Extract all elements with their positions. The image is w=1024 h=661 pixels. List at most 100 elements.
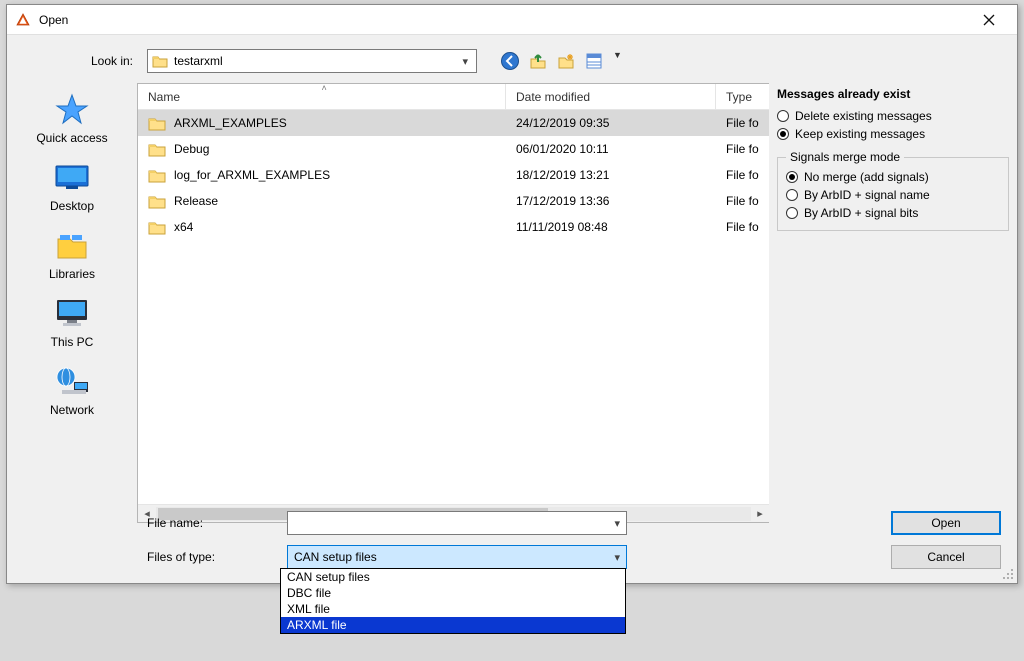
place-label: This PC	[12, 335, 132, 349]
file-type: File fo	[716, 194, 769, 208]
this-pc-icon	[12, 295, 132, 331]
cancel-button[interactable]: Cancel	[891, 545, 1001, 569]
file-date: 17/12/2019 13:36	[506, 194, 716, 208]
file-date: 18/12/2019 13:21	[506, 168, 716, 182]
place-libraries[interactable]: Libraries	[12, 223, 132, 285]
file-type-label: Files of type:	[147, 550, 287, 564]
resize-grip[interactable]	[1001, 567, 1015, 581]
chevron-down-icon: ▾	[458, 55, 472, 68]
radio-label: Delete existing messages	[795, 109, 932, 123]
radio-keep-messages[interactable]: Keep existing messages	[777, 125, 1009, 143]
radio-label: By ArbID + signal bits	[804, 206, 918, 220]
file-row[interactable]: Debug 06/01/2020 10:11File fo	[138, 136, 769, 162]
place-network[interactable]: Network	[12, 359, 132, 421]
dropdown-option[interactable]: XML file	[281, 601, 625, 617]
new-folder-button[interactable]	[555, 50, 577, 72]
folder-icon	[152, 54, 168, 68]
signals-merge-group: Signals merge mode No merge (add signals…	[777, 157, 1009, 231]
dropdown-option[interactable]: DBC file	[281, 585, 625, 601]
views-button[interactable]	[583, 50, 605, 72]
file-type-value: CAN setup files	[294, 550, 377, 564]
options-panel: Messages already exist Delete existing m…	[777, 83, 1009, 523]
lookin-value: testarxml	[174, 54, 452, 68]
file-type: File fo	[716, 168, 769, 182]
file-row[interactable]: x64 11/11/2019 08:48File fo	[138, 214, 769, 240]
place-label: Desktop	[12, 199, 132, 213]
dropdown-option[interactable]: ARXML file	[281, 617, 625, 633]
radio-delete-messages[interactable]: Delete existing messages	[777, 107, 1009, 125]
file-name: x64	[174, 220, 193, 234]
close-button[interactable]	[969, 6, 1009, 34]
bottom-controls: File name: ▾ Open Files of type: CAN set…	[147, 511, 1001, 569]
chevron-down-icon: ▾	[614, 551, 620, 564]
file-name: Release	[174, 194, 218, 208]
folder-icon	[148, 142, 166, 157]
file-date: 06/01/2020 10:11	[506, 142, 716, 156]
cancel-button-label: Cancel	[927, 550, 964, 564]
column-type[interactable]: Type	[716, 84, 769, 109]
quick-access-icon	[12, 91, 132, 127]
file-type: File fo	[716, 220, 769, 234]
network-icon	[12, 363, 132, 399]
libraries-icon	[12, 227, 132, 263]
folder-icon	[148, 194, 166, 209]
file-type: File fo	[716, 142, 769, 156]
sort-indicator-icon: ˄	[322, 83, 327, 93]
lookin-combo[interactable]: testarxml ▾	[147, 49, 477, 73]
file-list: Name ˄ Date modified Type ARXML_EXAMPLES…	[137, 83, 769, 523]
toolbar-icons: ▼	[499, 50, 622, 72]
place-this-pc[interactable]: This PC	[12, 291, 132, 353]
radio-merge-bits[interactable]: By ArbID + signal bits	[786, 204, 1000, 222]
app-icon	[15, 12, 31, 28]
radio-icon	[786, 207, 798, 219]
column-name[interactable]: Name ˄	[138, 84, 506, 109]
radio-merge-none[interactable]: No merge (add signals)	[786, 168, 1000, 186]
file-name: Debug	[174, 142, 209, 156]
window-title: Open	[39, 13, 68, 27]
place-label: Libraries	[12, 267, 132, 281]
radio-label: Keep existing messages	[795, 127, 925, 141]
radio-label: By ArbID + signal name	[804, 188, 930, 202]
titlebar: Open	[7, 5, 1017, 35]
up-one-level-button[interactable]	[527, 50, 549, 72]
radio-merge-name[interactable]: By ArbID + signal name	[786, 186, 1000, 204]
dropdown-option[interactable]: CAN setup files	[281, 569, 625, 585]
radio-icon	[777, 128, 789, 140]
file-name-input[interactable]: ▾	[287, 511, 627, 535]
column-date[interactable]: Date modified	[506, 84, 716, 109]
file-type: File fo	[716, 116, 769, 130]
open-button[interactable]: Open	[891, 511, 1001, 535]
column-name-label: Name	[148, 90, 180, 104]
lookin-row: Look in: testarxml ▾ ▼	[7, 35, 1017, 83]
radio-icon	[786, 171, 798, 183]
file-name: ARXML_EXAMPLES	[174, 116, 287, 130]
radio-icon	[777, 110, 789, 122]
list-header: Name ˄ Date modified Type	[138, 84, 769, 110]
file-name: log_for_ARXML_EXAMPLES	[174, 168, 330, 182]
open-button-label: Open	[931, 516, 960, 530]
open-dialog: Open Look in: testarxml ▾	[6, 4, 1018, 584]
folder-icon	[148, 116, 166, 131]
file-row[interactable]: ARXML_EXAMPLES 24/12/2019 09:35File fo	[138, 110, 769, 136]
file-type-combo[interactable]: CAN setup files ▾	[287, 545, 627, 569]
back-button[interactable]	[499, 50, 521, 72]
places-bar: Quick access Desktop Libraries This PC	[7, 83, 137, 523]
place-label: Network	[12, 403, 132, 417]
desktop-icon	[12, 159, 132, 195]
file-row[interactable]: log_for_ARXML_EXAMPLES 18/12/2019 13:21Fi…	[138, 162, 769, 188]
file-type-dropdown[interactable]: CAN setup filesDBC fileXML fileARXML fil…	[280, 568, 626, 634]
messages-title: Messages already exist	[777, 87, 1009, 101]
views-chevron-icon[interactable]: ▼	[613, 50, 622, 72]
chevron-down-icon: ▾	[614, 517, 620, 530]
folder-icon	[148, 220, 166, 235]
lookin-label: Look in:	[19, 54, 139, 68]
place-desktop[interactable]: Desktop	[12, 155, 132, 217]
place-label: Quick access	[12, 131, 132, 145]
file-date: 24/12/2019 09:35	[506, 116, 716, 130]
file-date: 11/11/2019 08:48	[506, 220, 716, 234]
merge-legend: Signals merge mode	[786, 150, 904, 164]
radio-label: No merge (add signals)	[804, 170, 929, 184]
place-quick-access[interactable]: Quick access	[12, 87, 132, 149]
radio-icon	[786, 189, 798, 201]
file-row[interactable]: Release 17/12/2019 13:36File fo	[138, 188, 769, 214]
